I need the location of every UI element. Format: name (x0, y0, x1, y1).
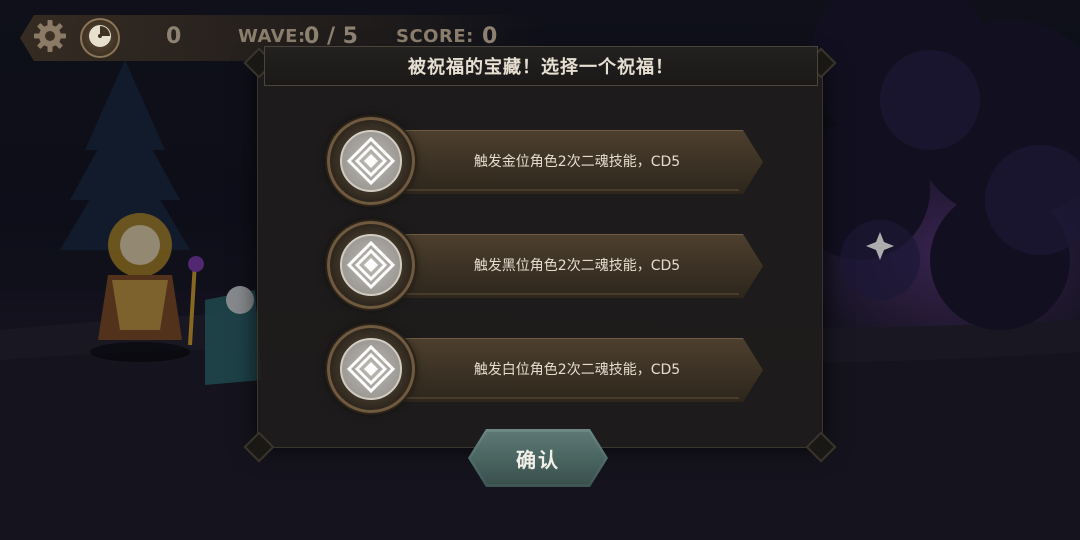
option-label: 触发金位角色2次二魂技能，CD5 (473, 154, 681, 170)
confirm-button[interactable]: 确认 (468, 429, 608, 487)
blessing-option-gold[interactable]: 触发金位角色2次二魂技能，CD5 (327, 117, 767, 209)
gold-counter: 0 (166, 24, 182, 49)
blessing-option-white[interactable]: 触发白位角色2次二魂技能，CD5 (327, 325, 767, 417)
option-emblem (327, 117, 415, 205)
modal-title: 被祝福的宝藏！选择一个祝福！ (408, 57, 674, 78)
confirm-label: 确认 (516, 447, 560, 472)
clock-icon (87, 23, 113, 53)
option-label: 触发白位角色2次二魂技能，CD5 (473, 362, 681, 378)
diamond-emblem-icon (340, 234, 402, 296)
option-label: 触发黑位角色2次二魂技能，CD5 (473, 258, 681, 274)
settings-button[interactable] (30, 18, 70, 58)
speed-toggle-button[interactable] (80, 18, 120, 58)
option-emblem (327, 325, 415, 413)
diamond-emblem-icon (340, 338, 402, 400)
blessing-option-black[interactable]: 触发黑位角色2次二魂技能，CD5 (327, 221, 767, 313)
diamond-emblem-icon (340, 130, 402, 192)
gear-icon (33, 19, 67, 57)
option-emblem (327, 221, 415, 309)
modal-title-bar: 被祝福的宝藏！选择一个祝福！ (264, 46, 818, 86)
